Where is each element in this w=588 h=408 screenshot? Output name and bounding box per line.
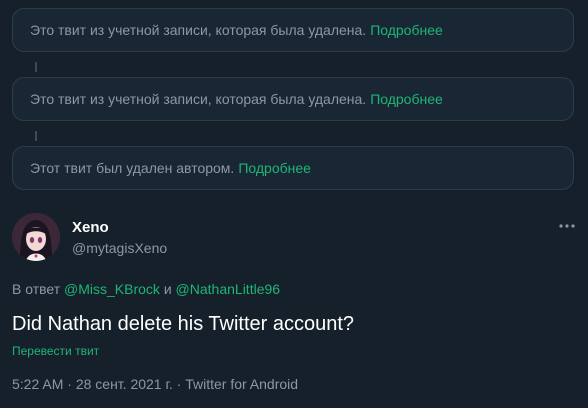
meta-separator: · bbox=[176, 376, 182, 392]
learn-more-link[interactable]: Подробнее bbox=[238, 160, 311, 176]
thread-connector bbox=[35, 62, 37, 72]
avatar-image bbox=[12, 213, 60, 261]
deleted-tweet-notice: Это твит из учетной записи, которая была… bbox=[12, 77, 574, 121]
translate-tweet-link[interactable]: Перевести твит bbox=[12, 344, 99, 358]
tweet-date[interactable]: 28 сент. 2021 г. bbox=[76, 376, 173, 392]
learn-more-link[interactable]: Подробнее bbox=[370, 91, 443, 107]
deleted-tweet-notice: Это твит из учетной записи, которая была… bbox=[12, 8, 574, 52]
meta-separator: · bbox=[67, 376, 72, 392]
avatar[interactable] bbox=[12, 213, 60, 261]
tweet-source[interactable]: Twitter for Android bbox=[185, 376, 298, 392]
tweet-text: Did Nathan delete his Twitter account? bbox=[12, 313, 355, 335]
mention-link[interactable]: @NathanLittle96 bbox=[176, 281, 281, 297]
reply-prefix: В ответ bbox=[12, 281, 61, 297]
reply-conjunction: и bbox=[163, 281, 172, 297]
notice-text: Этот твит был удален автором. bbox=[30, 160, 235, 176]
mention-link[interactable]: @Miss_KBrock bbox=[64, 281, 160, 297]
learn-more-link[interactable]: Подробнее bbox=[370, 22, 443, 38]
notice-text: Это твит из учетной записи, которая была… bbox=[30, 22, 367, 38]
reply-context: В ответ @Miss_KBrock и @NathanLittle96 bbox=[12, 281, 280, 297]
username-handle[interactable]: @mytagisXeno bbox=[72, 240, 167, 256]
deleted-tweet-notice: Этот твит был удален автором. Подробнее bbox=[12, 146, 574, 190]
notice-text: Это твит из учетной записи, которая была… bbox=[30, 91, 367, 107]
more-dots-icon bbox=[559, 224, 575, 228]
tweet-time[interactable]: 5:22 AM bbox=[12, 376, 63, 392]
thread-connector bbox=[35, 131, 37, 141]
display-name[interactable]: Xeno bbox=[72, 219, 109, 236]
tweet-metadata: 5:22 AM · 28 сент. 2021 г. · Twitter for… bbox=[12, 376, 298, 392]
more-horizontal-icon[interactable] bbox=[555, 216, 579, 236]
